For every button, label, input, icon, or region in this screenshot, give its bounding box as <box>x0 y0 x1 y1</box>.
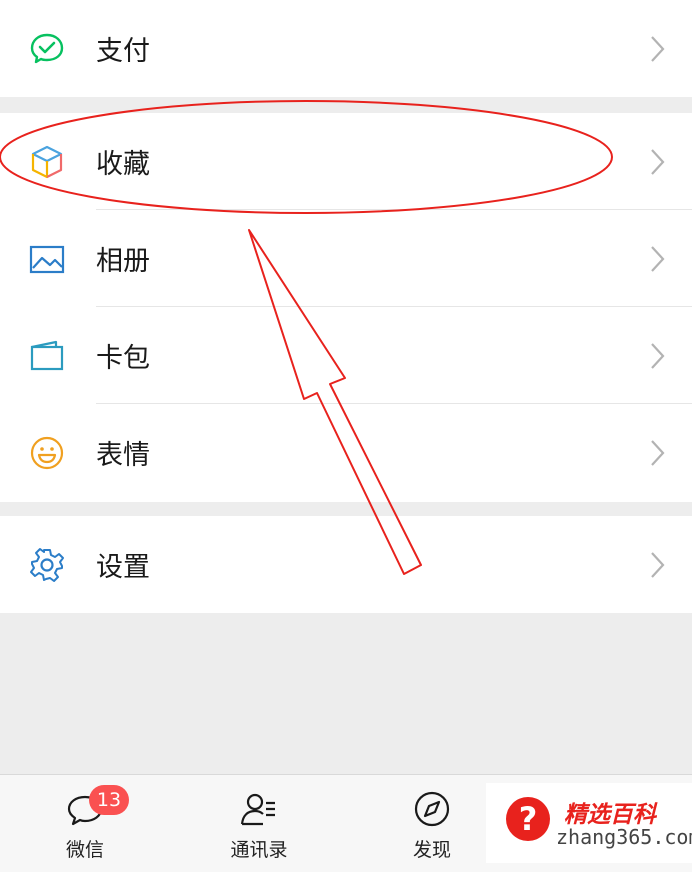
menu-group-main: 收藏 相册 卡包 表情 <box>0 113 692 502</box>
menu-item-pay[interactable]: 支付 <box>0 0 692 97</box>
site-watermark: ? 精选百科 zhang365.com <box>486 783 692 863</box>
watermark-title: 精选百科 <box>564 802 656 828</box>
tab-label: 微信 <box>65 839 104 861</box>
chevron-right-icon <box>650 439 666 467</box>
chevron-right-icon <box>650 148 666 176</box>
menu-group-pay: 支付 <box>0 0 692 97</box>
tab-discover[interactable]: 发现 <box>372 775 492 872</box>
menu-group-settings: 设置 <box>0 516 692 613</box>
compass-icon <box>412 789 452 829</box>
wechat-pay-icon <box>28 30 66 68</box>
settings-gear-icon <box>28 546 66 584</box>
watermark-url: zhang365.com <box>556 825 692 849</box>
menu-item-label: 设置 <box>96 552 150 583</box>
sticker-smile-icon <box>28 434 66 472</box>
menu-item-favorites[interactable]: 收藏 <box>0 113 692 210</box>
menu-item-label: 支付 <box>96 36 150 67</box>
menu-item-label: 表情 <box>96 440 150 471</box>
chevron-right-icon <box>650 342 666 370</box>
unread-badge: 13 <box>89 785 129 815</box>
card-wallet-icon <box>28 337 66 375</box>
menu-item-label: 相册 <box>96 246 150 277</box>
menu-item-label: 卡包 <box>96 343 150 374</box>
album-picture-icon <box>28 240 66 278</box>
chevron-right-icon <box>650 35 666 63</box>
tab-contacts[interactable]: 通讯录 <box>199 775 319 872</box>
menu-item-card-wallet[interactable]: 卡包 <box>0 307 692 404</box>
menu-item-label: 收藏 <box>96 149 150 180</box>
tab-chats[interactable]: 13 微信 <box>25 775 145 872</box>
menu-item-stickers[interactable]: 表情 <box>0 404 692 501</box>
menu-item-album[interactable]: 相册 <box>0 210 692 307</box>
favorites-cube-icon <box>28 143 66 181</box>
contacts-icon <box>239 789 279 829</box>
question-mark-logo: ? <box>506 797 550 841</box>
tab-label: 发现 <box>412 839 451 861</box>
chevron-right-icon <box>650 245 666 273</box>
tab-label: 通讯录 <box>230 839 288 861</box>
chevron-right-icon <box>650 551 666 579</box>
menu-item-settings[interactable]: 设置 <box>0 516 692 613</box>
